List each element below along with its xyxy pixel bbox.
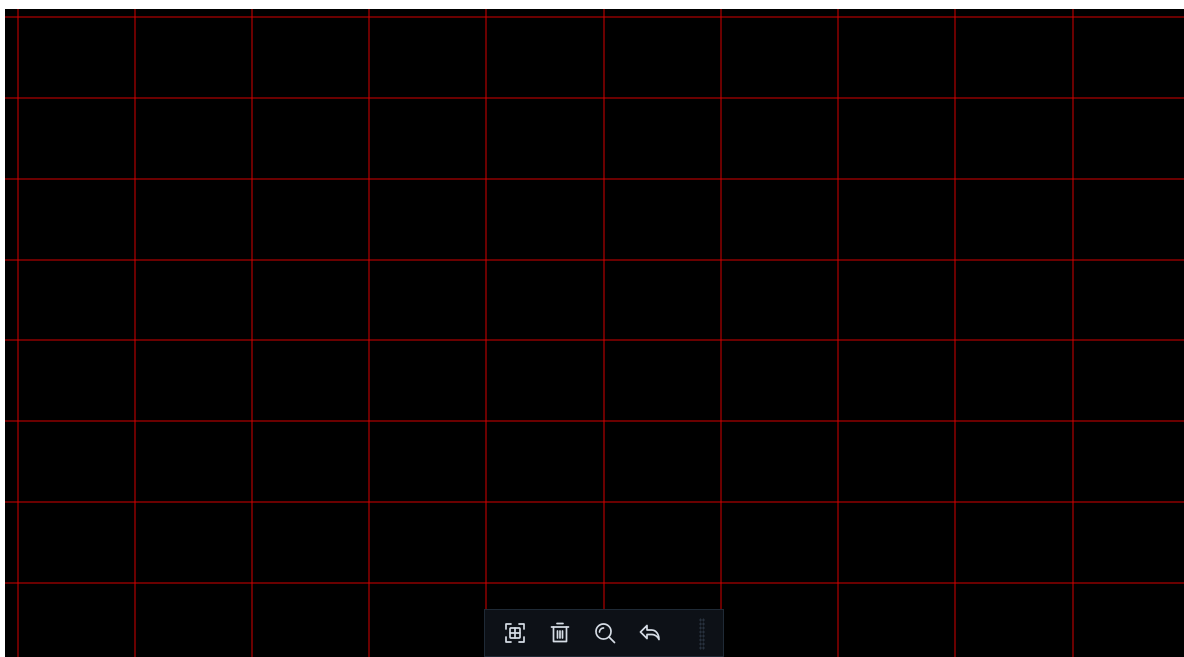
undo-icon — [639, 624, 660, 641]
trash-icon — [550, 622, 570, 643]
zoom-icon — [595, 623, 616, 644]
clear-grid-button[interactable] — [544, 617, 576, 649]
select-all-grid-button[interactable] — [499, 617, 531, 649]
grid-toolbar — [484, 609, 724, 657]
zoom-button[interactable] — [589, 617, 621, 649]
undo-button[interactable] — [634, 617, 666, 649]
drag-handle-icon[interactable] — [699, 618, 705, 650]
grid-select-icon — [505, 623, 525, 643]
detection-grid[interactable] — [5, 9, 1184, 657]
video-grid-canvas[interactable] — [5, 9, 1184, 657]
